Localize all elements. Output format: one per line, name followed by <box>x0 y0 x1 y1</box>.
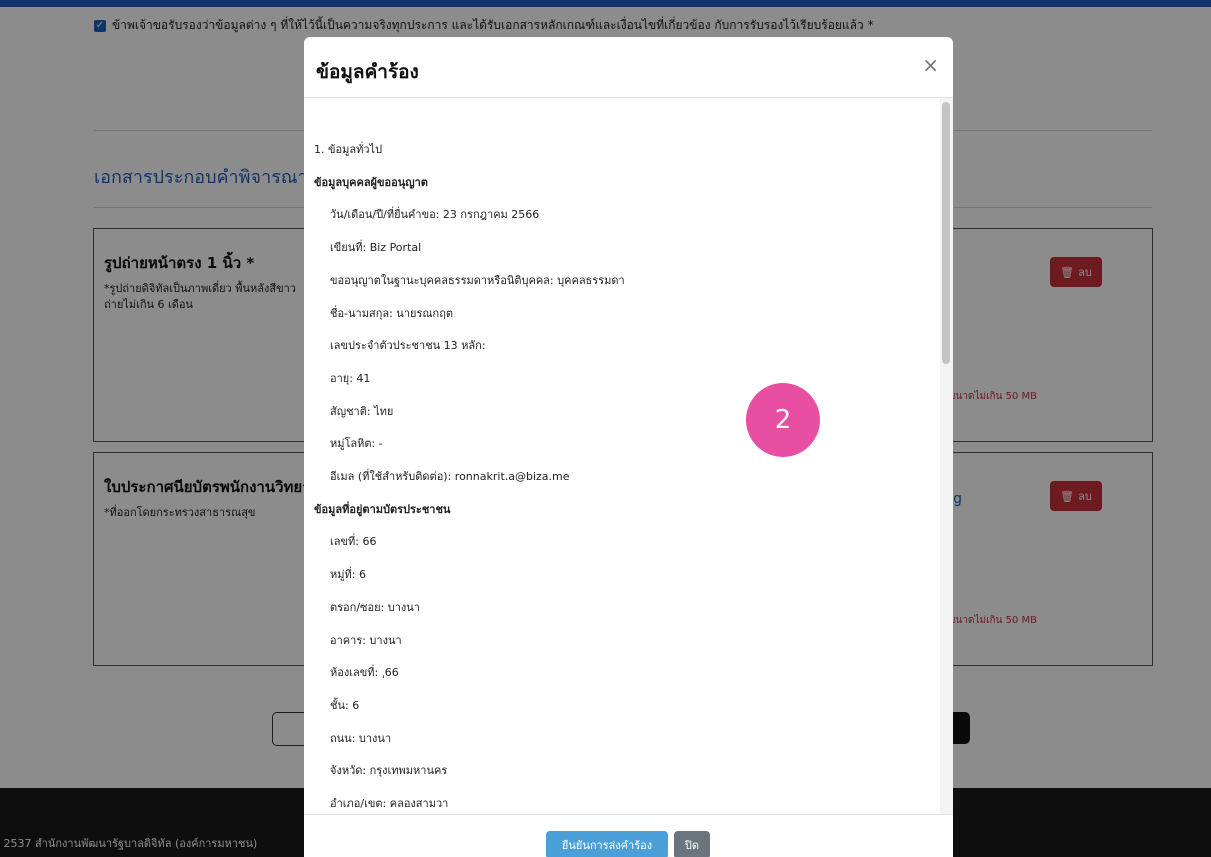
modal-title: ข้อมูลคำร้อง <box>316 61 419 83</box>
info-section-heading: ข้อมูลบุคคลผู้ขออนุญาต <box>314 175 428 189</box>
confirm-submit-button[interactable]: ยืนยันการส่งคำร้อง <box>546 831 668 857</box>
info-section-heading: ข้อมูลที่อยู่ตามบัตรประชาชน <box>314 502 451 516</box>
info-section-title: 1. ข้อมูลทั่วไป <box>314 143 383 156</box>
info-field-row: ถนน: บางนา <box>330 731 392 745</box>
info-field-row: วัน/เดือน/ปี/ที่ยื่นคำขอ: 23 กรกฎาคม 256… <box>330 208 540 222</box>
info-field-row: สัญชาติ: ไทย <box>330 404 394 418</box>
info-field-row: ขออนุญาตในฐานะบุคคลธรรมดาหรือนิติบุคคล: … <box>330 273 625 287</box>
info-field-row: จังหวัด: กรุงเทพมหานคร <box>330 764 448 778</box>
info-field-row: อายุ: 41 <box>330 371 371 385</box>
modal-body: 1. ข้อมูลทั่วไปข้อมูลบุคคลผู้ขออนุญาตวัน… <box>304 98 940 814</box>
info-field-row: เลขที่: 66 <box>330 535 377 549</box>
info-field-row: อีเมล (ที่ใช้สำหรับติดต่อ): ronnakrit.a@… <box>330 470 570 483</box>
info-field-row: ชื่อ-นามสกุล: นายรณกฤต <box>330 306 454 320</box>
info-field-row: ตรอก/ซอย: บางนา <box>330 600 420 614</box>
close-button[interactable]: ปิด <box>674 831 710 857</box>
info-field-row: หมู่โลหิต: - <box>330 437 383 451</box>
info-field-row: หมู่ที่: 6 <box>330 568 366 582</box>
info-field-row: เลขประจำตัวประชาชน 13 หลัก: <box>330 339 486 353</box>
close-icon[interactable]: × <box>922 55 939 75</box>
info-field-row: เขียนที่: Biz Portal <box>330 241 422 255</box>
info-field-row: ห้องเลขที่: ͵66 <box>330 666 399 680</box>
request-info-modal: ข้อมูลคำร้อง × 1. ข้อมูลทั่วไปข้อมูลบุคค… <box>304 37 953 857</box>
modal-footer: ยืนยันการส่งคำร้อง ปิด <box>304 814 953 857</box>
info-field-row: อาคาร: บางนา <box>330 633 402 647</box>
step-badge: 2 <box>746 383 820 457</box>
scrollbar-thumb[interactable] <box>942 102 950 364</box>
info-field-row: ชั้น: 6 <box>330 698 360 712</box>
modal-header: ข้อมูลคำร้อง × <box>304 37 953 98</box>
info-field-row: อำเภอ/เขต: คลองสามวา <box>330 797 449 810</box>
